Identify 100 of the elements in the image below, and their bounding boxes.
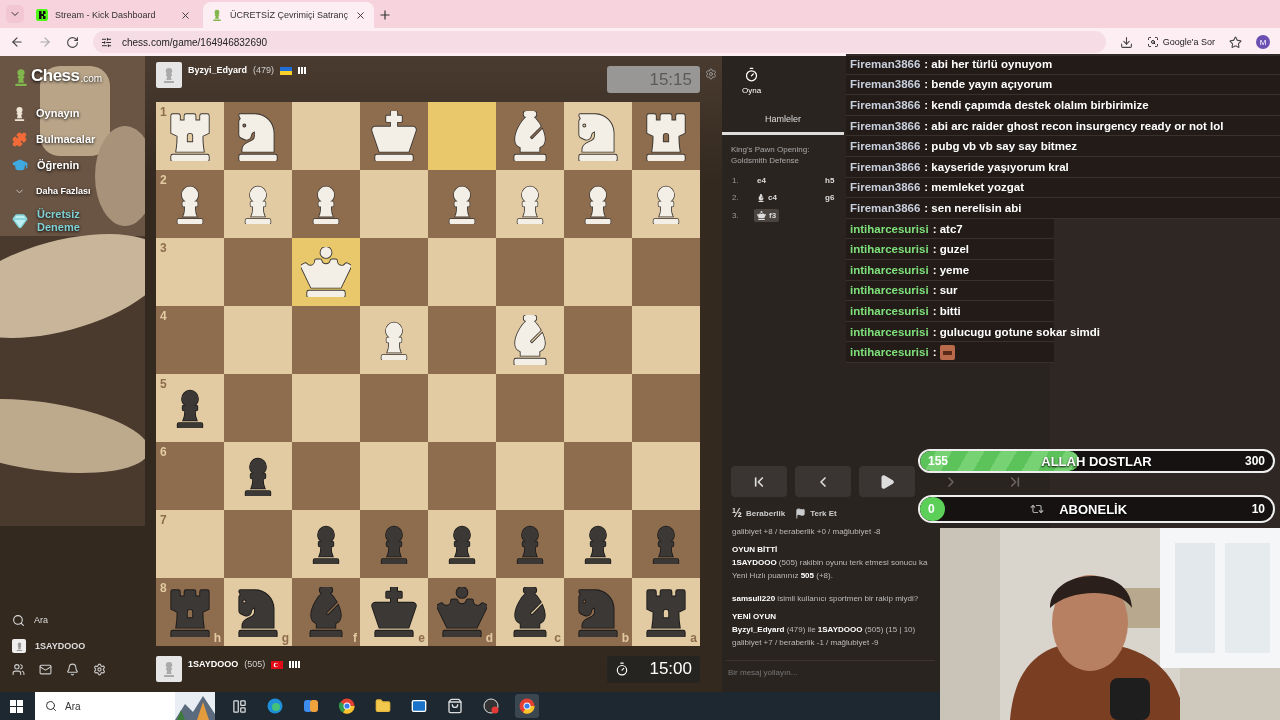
board-square[interactable] xyxy=(496,102,564,170)
install-icon[interactable] xyxy=(1119,35,1133,49)
resign-button[interactable]: Terk Et xyxy=(795,506,837,521)
settings-icon[interactable] xyxy=(705,68,717,80)
goal-current: 155 xyxy=(928,454,949,468)
close-icon[interactable] xyxy=(180,9,191,21)
rank-label: 4 xyxy=(160,309,167,323)
taskbar-search-field[interactable]: Ara xyxy=(35,692,215,720)
board-square[interactable] xyxy=(564,170,632,238)
chat-text: : bitti xyxy=(932,304,961,317)
chat-text: : yeme xyxy=(932,263,970,276)
board-square[interactable] xyxy=(292,170,360,238)
move[interactable]: h5 xyxy=(822,173,838,187)
game-message: galibiyet +7 / beraberlik -1 / mağlubiyet -9 xyxy=(732,637,880,649)
chat-username[interactable]: intiharcesurisi xyxy=(850,243,929,256)
nav-link[interactable]: Daha Fazlası xyxy=(36,184,91,198)
chat-text: : bende yayın açıyorum xyxy=(924,78,1053,91)
king-icon[interactable] xyxy=(369,587,419,637)
chat-text: : gulucugu gotune sokar simdi xyxy=(932,325,1101,338)
board-square[interactable] xyxy=(224,102,292,170)
search-link[interactable]: Ara xyxy=(34,615,48,625)
back-icon[interactable] xyxy=(10,35,24,49)
browser-tab[interactable]: Stream - Kick Dashboard xyxy=(28,2,199,28)
flag-icon xyxy=(795,507,807,519)
chat-username[interactable]: intiharcesurisi xyxy=(850,263,929,276)
message-input[interactable]: Bir mesaj yollayın... xyxy=(726,660,935,684)
chat-username[interactable]: intiharcesurisi xyxy=(850,346,929,359)
chat-username[interactable]: Fireman3866 xyxy=(850,119,921,132)
draw-button[interactable]: ½ Beraberlik xyxy=(732,506,786,521)
reload-icon[interactable] xyxy=(66,35,79,49)
browser-tab[interactable]: ÜCRETSİZ Çevrimiçi Satranç xyxy=(203,2,374,28)
move[interactable]: g6 xyxy=(822,191,838,205)
new-tab-button[interactable] xyxy=(378,8,392,22)
site-settings-icon[interactable] xyxy=(101,36,112,48)
board-square[interactable] xyxy=(564,510,632,578)
kick-logo-icon xyxy=(36,9,48,21)
graduation-cap-icon xyxy=(12,157,28,173)
first-button[interactable] xyxy=(731,466,787,498)
user-avatar[interactable] xyxy=(12,639,26,653)
board-square[interactable] xyxy=(292,510,360,578)
profile-avatar[interactable]: M xyxy=(1256,35,1270,49)
chat-username[interactable]: Fireman3866 xyxy=(850,160,921,173)
chat-username[interactable]: Fireman3866 xyxy=(850,181,921,194)
queen-icon[interactable] xyxy=(437,587,487,637)
chat-text: : pubg vb vb say say bitmez xyxy=(924,140,1078,153)
settings-icon[interactable] xyxy=(93,663,106,676)
chat-username[interactable]: intiharcesurisi xyxy=(850,284,929,297)
goal-label: ABONELİK xyxy=(1059,501,1128,517)
chat-username[interactable]: Fireman3866 xyxy=(850,78,921,91)
ask-google-button[interactable]: Google'a Sor xyxy=(1146,36,1215,48)
tab-title: Stream - Kick Dashboard xyxy=(55,10,157,20)
mail-icon[interactable] xyxy=(39,663,52,676)
move[interactable]: e4 xyxy=(754,173,769,187)
board-square[interactable] xyxy=(496,306,564,374)
play-button[interactable] xyxy=(859,466,915,498)
windows-icon[interactable] xyxy=(10,699,23,713)
rank-label: 1 xyxy=(160,105,167,119)
player-name[interactable]: 1SAYDOOO xyxy=(188,659,239,669)
bell-icon[interactable] xyxy=(66,663,79,676)
chat-text: : abi arc raider ghost recon insurgency ready or not lol xyxy=(924,119,1224,132)
board-square[interactable] xyxy=(428,170,496,238)
search-icon[interactable] xyxy=(12,613,25,627)
board-square[interactable] xyxy=(224,442,292,510)
file-label: g xyxy=(281,631,289,645)
moves-tab[interactable]: Hamleler xyxy=(722,106,844,135)
bookmark-icon[interactable] xyxy=(1229,35,1242,49)
search-placeholder: Ara xyxy=(65,700,81,712)
chat-username[interactable]: Fireman3866 xyxy=(850,201,921,214)
username-link[interactable]: 1SAYDOOO xyxy=(35,641,86,651)
chat-text: : memleket yozgat xyxy=(924,181,1025,194)
move[interactable]: f3 xyxy=(754,208,780,222)
board-square[interactable] xyxy=(632,102,700,170)
friends-icon[interactable] xyxy=(12,663,25,676)
rank-label: 6 xyxy=(160,445,167,459)
board-square[interactable] xyxy=(564,102,632,170)
queen-icon[interactable] xyxy=(301,247,351,297)
rank-label: 2 xyxy=(160,173,167,187)
player-name[interactable]: Byzyi_Edyard xyxy=(188,65,248,75)
tab-list-button[interactable] xyxy=(6,5,24,23)
file-label: a xyxy=(690,631,697,645)
chat-username[interactable]: Fireman3866 xyxy=(850,140,921,153)
chat-username[interactable]: intiharcesurisi xyxy=(850,325,929,338)
panel-tab[interactable]: Oyna xyxy=(742,86,762,96)
nav-link[interactable]: Ücretsiz Deneme xyxy=(37,208,97,234)
play-icon xyxy=(879,473,895,490)
move[interactable]: c4 xyxy=(754,191,780,205)
chat-username[interactable]: Fireman3866 xyxy=(850,57,921,70)
chat-username[interactable]: intiharcesurisi xyxy=(850,304,929,317)
chrome-icon[interactable] xyxy=(515,694,539,718)
king-icon[interactable] xyxy=(369,111,419,161)
file-label: b xyxy=(621,631,629,645)
board-square[interactable] xyxy=(360,102,428,170)
chat-username[interactable]: intiharcesurisi xyxy=(850,222,929,235)
board-square[interactable] xyxy=(428,510,496,578)
highlighted-square[interactable] xyxy=(292,238,360,306)
nav-link[interactable]: Öğrenin xyxy=(37,158,80,172)
address-field[interactable]: chess.com/game/164946832690 xyxy=(93,31,1106,53)
bishop-icon xyxy=(757,193,765,202)
close-icon[interactable] xyxy=(355,9,366,21)
chat-username[interactable]: Fireman3866 xyxy=(850,99,921,111)
